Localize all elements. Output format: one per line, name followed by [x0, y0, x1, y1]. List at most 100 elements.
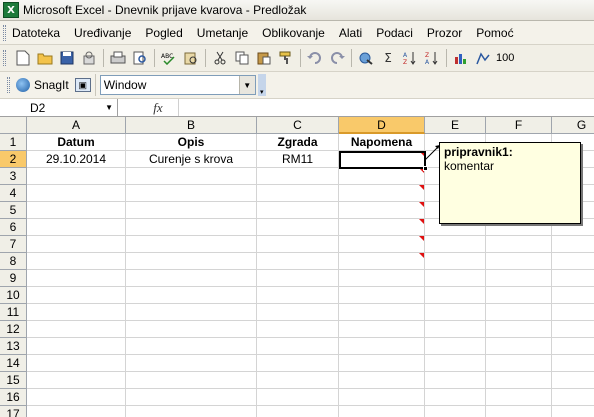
- cell-g7[interactable]: [552, 236, 594, 253]
- zoom-box[interactable]: 100: [496, 52, 514, 64]
- menu-item-pogled[interactable]: Pogled: [145, 26, 182, 40]
- row-header-11[interactable]: 11: [0, 304, 27, 321]
- cell-b2[interactable]: Curenje s krova: [126, 151, 257, 168]
- row-header-4[interactable]: 4: [0, 185, 27, 202]
- cell-f13[interactable]: [486, 338, 552, 355]
- cell-d2[interactable]: [339, 151, 425, 168]
- cell-b9[interactable]: [126, 270, 257, 287]
- chevron-down-icon[interactable]: ▼: [105, 103, 113, 112]
- cell-b3[interactable]: [126, 168, 257, 185]
- open-icon[interactable]: [36, 49, 54, 67]
- copy-icon[interactable]: [233, 49, 251, 67]
- cell-f12[interactable]: [486, 321, 552, 338]
- cell-a13[interactable]: [27, 338, 126, 355]
- cell-c16[interactable]: [257, 389, 339, 406]
- cell-c13[interactable]: [257, 338, 339, 355]
- cell-c7[interactable]: [257, 236, 339, 253]
- cell-a17[interactable]: [27, 406, 126, 417]
- spelling-icon[interactable]: ABC: [160, 49, 178, 67]
- undo-icon[interactable]: [306, 49, 324, 67]
- cell-a5[interactable]: [27, 202, 126, 219]
- cell-f7[interactable]: [486, 236, 552, 253]
- cell-a15[interactable]: [27, 372, 126, 389]
- menu-item-prozor[interactable]: Prozor: [427, 26, 462, 40]
- cell-g16[interactable]: [552, 389, 594, 406]
- cell-g15[interactable]: [552, 372, 594, 389]
- cell-e10[interactable]: [425, 287, 486, 304]
- cell-e15[interactable]: [425, 372, 486, 389]
- cell-d5[interactable]: [339, 202, 425, 219]
- cell-e12[interactable]: [425, 321, 486, 338]
- cell-b15[interactable]: [126, 372, 257, 389]
- cell-c14[interactable]: [257, 355, 339, 372]
- sort-descending-icon[interactable]: ZA: [423, 49, 441, 67]
- cell-b10[interactable]: [126, 287, 257, 304]
- cell-f16[interactable]: [486, 389, 552, 406]
- cell-d11[interactable]: [339, 304, 425, 321]
- insert-function-icon[interactable]: fx: [138, 100, 178, 116]
- chevron-down-icon[interactable]: ▼: [238, 76, 255, 94]
- snagit-logo-icon[interactable]: [16, 78, 30, 92]
- column-header-a[interactable]: A: [27, 117, 126, 134]
- row-header-16[interactable]: 16: [0, 389, 27, 406]
- cell-b1[interactable]: Opis: [126, 134, 257, 151]
- cell-d3[interactable]: [339, 168, 425, 185]
- row-header-5[interactable]: 5: [0, 202, 27, 219]
- autosum-icon[interactable]: Σ: [379, 49, 397, 67]
- cell-d9[interactable]: [339, 270, 425, 287]
- menu-item-umetanje[interactable]: Umetanje: [197, 26, 248, 40]
- row-header-9[interactable]: 9: [0, 270, 27, 287]
- cell-b6[interactable]: [126, 219, 257, 236]
- toolbar-grip[interactable]: [3, 50, 6, 66]
- menu-item-pomoc[interactable]: Pomoć: [476, 26, 513, 40]
- snagit-grip[interactable]: [7, 77, 10, 93]
- formula-input[interactable]: [178, 99, 594, 116]
- cell-d4[interactable]: [339, 185, 425, 202]
- cell-e9[interactable]: [425, 270, 486, 287]
- row-header-1[interactable]: 1: [0, 134, 27, 151]
- cell-d15[interactable]: [339, 372, 425, 389]
- row-header-17[interactable]: 17: [0, 406, 27, 417]
- cell-c15[interactable]: [257, 372, 339, 389]
- menu-item-datoteka[interactable]: Datoteka: [12, 26, 60, 40]
- cell-a2[interactable]: 29.10.2014: [27, 151, 126, 168]
- cell-c3[interactable]: [257, 168, 339, 185]
- cell-a1[interactable]: Datum: [27, 134, 126, 151]
- cell-a6[interactable]: [27, 219, 126, 236]
- row-header-3[interactable]: 3: [0, 168, 27, 185]
- new-icon[interactable]: [14, 49, 32, 67]
- comment-text[interactable]: komentar: [444, 159, 576, 173]
- cell-a8[interactable]: [27, 253, 126, 270]
- name-box[interactable]: D2 ▼: [0, 99, 118, 116]
- cell-f17[interactable]: [486, 406, 552, 417]
- cut-icon[interactable]: [211, 49, 229, 67]
- cell-g8[interactable]: [552, 253, 594, 270]
- cell-b13[interactable]: [126, 338, 257, 355]
- sort-ascending-icon[interactable]: AZ: [401, 49, 419, 67]
- cell-f9[interactable]: [486, 270, 552, 287]
- cell-c9[interactable]: [257, 270, 339, 287]
- format-painter-icon[interactable]: [277, 49, 295, 67]
- permission-icon[interactable]: [80, 49, 98, 67]
- cell-f11[interactable]: [486, 304, 552, 321]
- chart-wizard-icon[interactable]: [452, 49, 470, 67]
- cell-d1[interactable]: Napomena: [339, 134, 425, 151]
- cell-d13[interactable]: [339, 338, 425, 355]
- cell-c10[interactable]: [257, 287, 339, 304]
- cell-a11[interactable]: [27, 304, 126, 321]
- cell-b16[interactable]: [126, 389, 257, 406]
- cell-d8[interactable]: [339, 253, 425, 270]
- cell-b12[interactable]: [126, 321, 257, 338]
- cell-f14[interactable]: [486, 355, 552, 372]
- column-header-d[interactable]: D: [339, 117, 425, 134]
- cell-e14[interactable]: [425, 355, 486, 372]
- cell-a16[interactable]: [27, 389, 126, 406]
- row-header-6[interactable]: 6: [0, 219, 27, 236]
- cell-c12[interactable]: [257, 321, 339, 338]
- row-header-8[interactable]: 8: [0, 253, 27, 270]
- cell-a14[interactable]: [27, 355, 126, 372]
- cell-a10[interactable]: [27, 287, 126, 304]
- cell-c8[interactable]: [257, 253, 339, 270]
- cell-c1[interactable]: Zgrada: [257, 134, 339, 151]
- cell-a9[interactable]: [27, 270, 126, 287]
